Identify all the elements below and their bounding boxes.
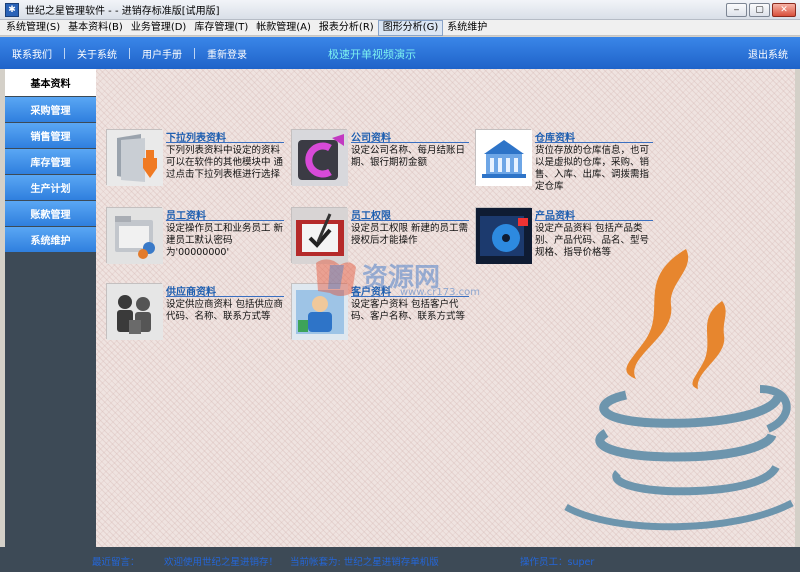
menu-reports[interactable]: 报表分析(R): [315, 21, 378, 35]
sidebar-item-accounts[interactable]: 账款管理: [5, 201, 96, 226]
app-icon: ✱: [5, 2, 19, 17]
close-button[interactable]: ✕: [772, 3, 796, 17]
warehouse-icon[interactable]: [475, 129, 532, 186]
module-desc: 设定员工权限 新建的员工需授权后才能操作: [351, 223, 469, 246]
title-underline: [166, 142, 284, 143]
module-desc: 下列列表资料中设定的资料可以在软件的其他模块中 通过点击下拉列表框进行选择: [166, 145, 284, 180]
module-desc: 设定操作员工和业务员工 新建员工默认密码为'00000000': [166, 223, 284, 258]
menu-business[interactable]: 业务管理(D): [127, 21, 191, 35]
minimize-button[interactable]: ‒: [726, 3, 747, 17]
menu-bar: 系统管理(S) 基本资料(B) 业务管理(D) 库存管理(T) 帐款管理(A) …: [0, 19, 800, 36]
title-underline: [535, 220, 653, 221]
top-nav: 联系我们 关于系统 用户手册 重新登录 极速开单视频演示 退出系统: [0, 37, 800, 69]
nav-user-manual[interactable]: 用户手册: [130, 46, 194, 61]
module-desc: 货位存放的仓库信息，也可以是虚拟的仓库，采购、销售、入库、出库、调拨需指定仓库: [535, 145, 650, 192]
sidebar-item-purchase[interactable]: 采购管理: [5, 97, 96, 122]
nav-relogin[interactable]: 重新登录: [195, 46, 259, 61]
title-underline: [351, 142, 469, 143]
module-desc: 设定客户资料 包括客户代码、客户名称、联系方式等: [351, 299, 466, 322]
module-desc: 设定公司名称、每月结账日期、银行期初金额: [351, 145, 466, 168]
menu-system[interactable]: 系统管理(S): [2, 21, 64, 35]
menu-maintenance[interactable]: 系统维护: [443, 21, 491, 35]
title-bar: ✱ 世纪之星管理软件 - - 进销存标准版[试用版] ‒ ▢ ✕: [0, 0, 800, 20]
sidebar-item-basic-data[interactable]: 基本资料: [5, 69, 96, 96]
supplier-people-icon[interactable]: [106, 283, 163, 340]
title-underline: [535, 142, 653, 143]
menu-basic-data[interactable]: 基本资料(B): [64, 21, 127, 35]
nav-contact-us[interactable]: 联系我们: [0, 46, 64, 61]
module-supplier-data[interactable]: 供应商资料 设定供应商资料 包括供应商代码、名称、联系方式等: [106, 283, 286, 343]
title-underline: [351, 220, 469, 221]
menu-accounts[interactable]: 帐款管理(A): [252, 21, 315, 35]
nav-about[interactable]: 关于系统: [65, 46, 129, 61]
status-current-account: 当前帐套为: 世纪之星进销存单机版: [290, 557, 439, 568]
module-dropdown-data[interactable]: 下拉列表资料 下列列表资料中设定的资料可以在软件的其他模块中 通过点击下拉列表框…: [106, 129, 286, 189]
sidebar-item-sales[interactable]: 销售管理: [5, 123, 96, 148]
status-operator: 操作员工：super: [520, 557, 595, 568]
window-controls: ‒ ▢ ✕: [726, 3, 796, 17]
window-title: 世纪之星管理软件 - - 进销存标准版[试用版]: [25, 6, 220, 17]
maximize-button[interactable]: ▢: [749, 3, 770, 17]
module-desc: 设定供应商资料 包括供应商代码、名称、联系方式等: [166, 299, 284, 322]
logout-link[interactable]: 退出系统: [748, 46, 788, 61]
module-warehouse-data[interactable]: 仓库资料 货位存放的仓库信息，也可以是虚拟的仓库，采购、销售、入库、出库、调拨需…: [475, 129, 655, 192]
company-logo-icon[interactable]: [291, 129, 348, 186]
video-demo-link[interactable]: 极速开单视频演示: [328, 46, 416, 62]
status-bar: 最近留言： 欢迎使用世纪之星进销存！ 当前帐套为: 世纪之星进销存单机版 操作员…: [0, 547, 800, 572]
main-content: 下拉列表资料 下列列表资料中设定的资料可以在软件的其他模块中 通过点击下拉列表框…: [96, 69, 795, 547]
sidebar-item-inventory[interactable]: 库存管理: [5, 149, 96, 174]
folder-arrow-icon[interactable]: [106, 129, 163, 186]
menu-graph-analysis[interactable]: 图形分析(G): [377, 19, 444, 36]
module-company-data[interactable]: 公司资料 设定公司名称、每月结账日期、银行期初金额: [291, 129, 471, 189]
java-cup-logo: [564, 249, 794, 531]
status-recent-message[interactable]: 最近留言：: [92, 554, 140, 568]
sidebar-item-production[interactable]: 生产计划: [5, 175, 96, 200]
watermark-logo: 资源网 www.cr173.com: [310, 255, 490, 299]
menu-inventory[interactable]: 库存管理(T): [190, 21, 252, 35]
watermark-url: www.cr173.com: [400, 287, 481, 298]
title-underline: [166, 296, 284, 297]
sidebar: 基本资料 采购管理 销售管理 库存管理 生产计划 账款管理 系统维护: [5, 69, 96, 547]
title-underline: [166, 220, 284, 221]
staff-folder-icon[interactable]: [106, 207, 163, 264]
module-staff-data[interactable]: 员工资料 设定操作员工和业务员工 新建员工默认密码为'00000000': [106, 207, 286, 267]
sidebar-item-maintenance[interactable]: 系统维护: [5, 227, 96, 252]
watermark-mark-icon: [316, 259, 356, 296]
status-welcome: 欢迎使用世纪之星进销存！: [164, 557, 279, 568]
